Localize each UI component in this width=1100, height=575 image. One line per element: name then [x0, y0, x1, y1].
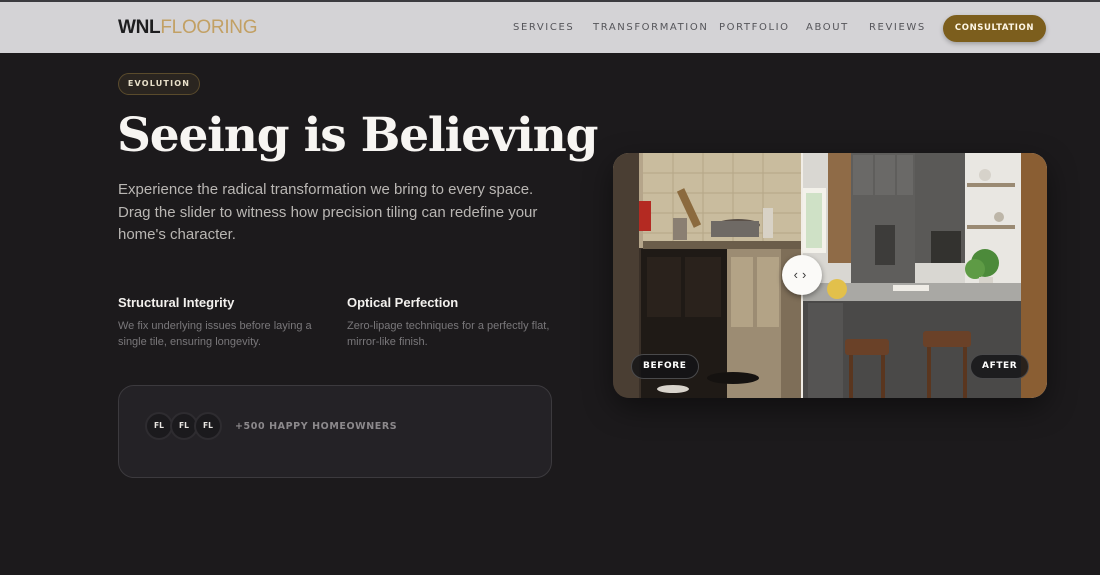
- feature-desc-structural: We fix underlying issues before laying a…: [118, 320, 312, 348]
- before-label: BEFORE: [631, 354, 699, 379]
- nav-services[interactable]: SERVICES: [513, 22, 574, 33]
- feature-title-optical: Optical Perfection: [347, 295, 459, 310]
- before-after-slider[interactable]: ‹› BEFORE AFTER: [613, 153, 1047, 398]
- page-title: Seeing is Believing: [117, 108, 599, 163]
- site-header: WNLFLOORING SERVICES TRANSFORMATION PORT…: [0, 0, 1100, 53]
- social-proof-card: FL FL FL +500 HAPPY HOMEOWNERS: [118, 385, 552, 478]
- consultation-button[interactable]: CONSULTATION: [943, 15, 1046, 42]
- feature-desc-optical: Zero-lipage techniques for a perfectly f…: [347, 320, 550, 348]
- avatar: FL: [145, 412, 173, 440]
- chevron-right-icon: ›: [802, 267, 811, 282]
- feature-title-structural: Structural Integrity: [118, 295, 235, 310]
- nav-transformation[interactable]: TRANSFORMATION: [593, 22, 708, 33]
- nav-portfolio[interactable]: PORTFOLIO: [719, 22, 790, 33]
- brand-name-part1: WNL: [118, 17, 161, 38]
- nav-about[interactable]: ABOUT: [806, 22, 849, 33]
- nav-reviews[interactable]: REVIEWS: [869, 22, 926, 33]
- brand-logo[interactable]: WNLFLOORING: [118, 17, 258, 39]
- section-badge: EVOLUTION: [118, 73, 200, 95]
- brand-name-part2: FLOORING: [160, 17, 258, 38]
- chevron-left-icon: ‹: [793, 267, 802, 282]
- slider-handle[interactable]: ‹›: [782, 255, 822, 295]
- hero-description: Experience the radical transformation we…: [118, 181, 538, 243]
- after-label: AFTER: [970, 354, 1030, 379]
- homeowners-count: +500 HAPPY HOMEOWNERS: [235, 421, 398, 432]
- avatar: FL: [194, 412, 222, 440]
